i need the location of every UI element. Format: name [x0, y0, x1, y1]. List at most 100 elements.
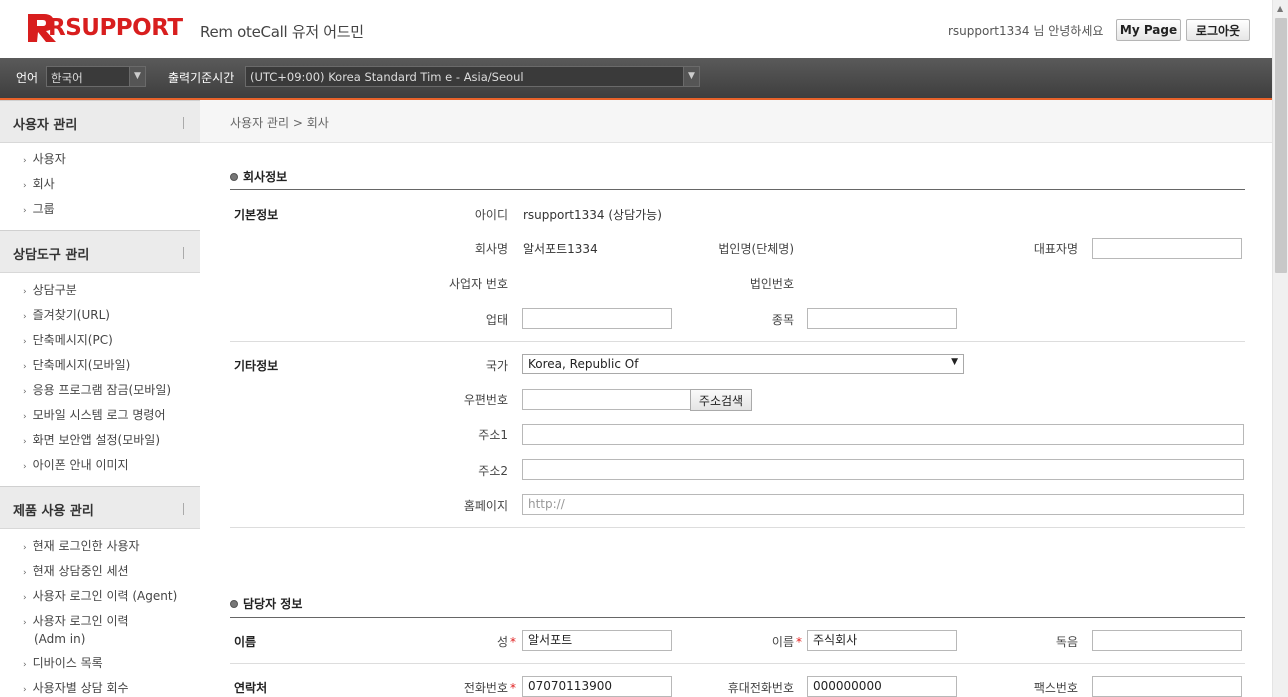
address2-input[interactable] — [522, 459, 1244, 480]
ceo-input[interactable] — [1092, 238, 1242, 259]
sidebar-item-screen-security[interactable]: › 화면 보안앱 설정(모바일) — [23, 431, 160, 451]
reading-label: 독음 — [1055, 635, 1078, 649]
sidebar-item-label-continued[interactable]: (Adm in) — [34, 630, 85, 648]
sidebar-item-favorites[interactable]: › 즐겨찾기(URL) — [23, 306, 110, 326]
page-scrollbar[interactable]: ▲ — [1272, 0, 1288, 697]
given-name-label: 이름 * — [720, 633, 802, 650]
sidebar-item-shortcut-pc[interactable]: › 단축메시지(PC) — [23, 331, 113, 351]
given-name-label-text: 이름 — [771, 635, 794, 649]
divider — [230, 189, 1245, 190]
sidebar-item-label: 모바일 시스템 로그 명령어 — [32, 408, 166, 422]
divider — [230, 663, 1245, 664]
chevron-down-icon: ▼ — [683, 67, 699, 86]
chevron-down-icon: ▼ — [951, 357, 958, 367]
homepage-label: 홈페이지 — [463, 499, 508, 513]
section-title-text: 담당자 정보 — [243, 597, 303, 611]
sidebar-item-company[interactable]: › 회사 — [23, 175, 55, 195]
country-label: 국가 — [485, 359, 508, 373]
timezone-value: (UTC+09:00) Korea Standard Tim e - Asia/… — [250, 70, 524, 84]
sidebar-section-title: 제품 사용 관리 — [13, 504, 94, 519]
chevron-right-icon: › — [23, 568, 27, 578]
bullet-icon — [230, 173, 238, 181]
sidebar-item-label: 현재 로그인한 사용자 — [32, 539, 140, 553]
company-name-label: 회사명 — [474, 242, 508, 256]
divider — [230, 527, 1245, 528]
biz-type-label: 업태 — [485, 313, 508, 327]
address1-input[interactable] — [522, 424, 1244, 445]
sidebar-item-label: 아이폰 안내 이미지 — [32, 458, 129, 472]
sidebar-item-label: 회사 — [32, 177, 55, 191]
sidebar-item-log-command[interactable]: › 모바일 시스템 로그 명령어 — [23, 406, 166, 426]
language-label: 언어 — [16, 71, 39, 85]
required-icon: * — [510, 681, 516, 695]
sidebar-item-label: 사용자 로그인 이력 (Agent) — [32, 589, 178, 603]
biz-item-input[interactable] — [807, 308, 957, 329]
sidebar-item-device-list[interactable]: › 디바이스 목록 — [23, 654, 103, 674]
address-search-button[interactable]: 주소검색 — [690, 389, 752, 411]
surname-input[interactable]: 알서포트 — [522, 630, 672, 651]
sidebar-item-label: 사용자 로그인 이력 — [32, 614, 129, 628]
sidebar: 사용자 관리 › 사용자 › 회사 › 그룹 상담도구 관리 › 상담구분 › 즐겨찾기(… — [0, 100, 200, 697]
sidebar-section-user-mgmt[interactable]: 사용자 관리 — [0, 100, 200, 143]
sidebar-item-login-history-agent[interactable]: › 사용자 로그인 이력 (Agent) — [23, 587, 177, 607]
bullet-icon — [230, 600, 238, 608]
timezone-label: 출력기준시간 — [168, 71, 235, 85]
chevron-right-icon: › — [23, 685, 27, 695]
chevron-right-icon: › — [23, 156, 27, 166]
logout-button[interactable]: 로그아웃 — [1186, 19, 1250, 41]
chevron-right-icon: › — [23, 206, 27, 216]
divider — [230, 617, 1245, 618]
chevron-down-icon: ▼ — [129, 67, 145, 86]
section-title-text: 회사정보 — [243, 170, 288, 184]
chevron-right-icon: › — [23, 660, 27, 670]
user-greeting: rsupport1334 님 안녕하세요 — [948, 24, 1104, 38]
sidebar-item-active-sessions[interactable]: › 현재 상담중인 세션 — [23, 562, 129, 582]
timezone-select[interactable]: (UTC+09:00) Korea Standard Tim e - Asia/… — [245, 66, 700, 87]
corp-no-label: 법인번호 — [749, 277, 794, 291]
sidebar-item-consult-type[interactable]: › 상담구분 — [23, 281, 77, 301]
manager-section-title: 담당자 정보 — [230, 595, 302, 612]
basic-info-label: 기본정보 — [234, 208, 279, 222]
rsupport-logo[interactable]: RSUPPORT — [26, 12, 183, 44]
language-value: 한국어 — [51, 71, 83, 85]
country-select[interactable]: Korea, Republic Of ▼ — [522, 354, 964, 374]
mobile-label: 휴대전화번호 — [727, 681, 794, 695]
sidebar-item-iphone-guide[interactable]: › 아이폰 안내 이미지 — [23, 456, 129, 476]
homepage-input[interactable]: http:// — [522, 494, 1244, 515]
sidebar-item-consult-count[interactable]: › 사용자별 상담 회수 — [23, 679, 129, 697]
divider — [183, 247, 184, 259]
mobile-input[interactable]: 000000000 — [807, 676, 957, 697]
sidebar-section-usage-mgmt[interactable]: 제품 사용 관리 — [0, 486, 200, 529]
sidebar-item-login-history-admin[interactable]: › 사용자 로그인 이력 — [23, 612, 129, 632]
sidebar-item-label: 화면 보안앱 설정(모바일) — [32, 433, 161, 447]
breadcrumb-bar: 사용자 관리 > 회사 — [200, 100, 1272, 143]
sidebar-item-label: 즐겨찾기(URL) — [32, 308, 110, 322]
corp-name-label: 법인명(단체명) — [718, 242, 794, 256]
sidebar-item-label: 현재 상담중인 세션 — [32, 564, 129, 578]
fax-input[interactable] — [1092, 676, 1242, 697]
sidebar-item-users[interactable]: › 사용자 — [23, 150, 66, 170]
sidebar-section-tools-mgmt[interactable]: 상담도구 관리 — [0, 230, 200, 273]
sidebar-item-group[interactable]: › 그룹 — [23, 200, 55, 220]
language-select[interactable]: 한국어 ▼ — [46, 66, 146, 87]
scroll-thumb[interactable] — [1275, 18, 1287, 273]
zip-input[interactable] — [522, 389, 692, 410]
biz-type-input[interactable] — [522, 308, 672, 329]
address2-label: 주소2 — [478, 464, 508, 478]
divider — [183, 117, 184, 129]
given-name-input[interactable]: 주식회사 — [807, 630, 957, 651]
reading-input[interactable] — [1092, 630, 1242, 651]
sidebar-item-app-lock[interactable]: › 응용 프로그램 잠금(모바일) — [23, 381, 171, 401]
chevron-right-icon: › — [23, 618, 27, 628]
phone-input[interactable]: 07070113900 — [522, 676, 672, 697]
chevron-right-icon: › — [23, 387, 27, 397]
biz-item-label: 종목 — [771, 313, 794, 327]
sidebar-item-logged-in-users[interactable]: › 현재 로그인한 사용자 — [23, 537, 140, 557]
sidebar-item-shortcut-mobile[interactable]: › 단축메시지(모바일) — [23, 356, 130, 376]
ceo-label: 대표자명 — [1033, 242, 1078, 256]
scroll-up-icon[interactable]: ▲ — [1277, 4, 1283, 13]
chevron-right-icon: › — [23, 312, 27, 322]
sidebar-item-label: 상담구분 — [32, 283, 77, 297]
my-page-button[interactable]: My Page — [1116, 19, 1181, 41]
chevron-right-icon: › — [23, 181, 27, 191]
